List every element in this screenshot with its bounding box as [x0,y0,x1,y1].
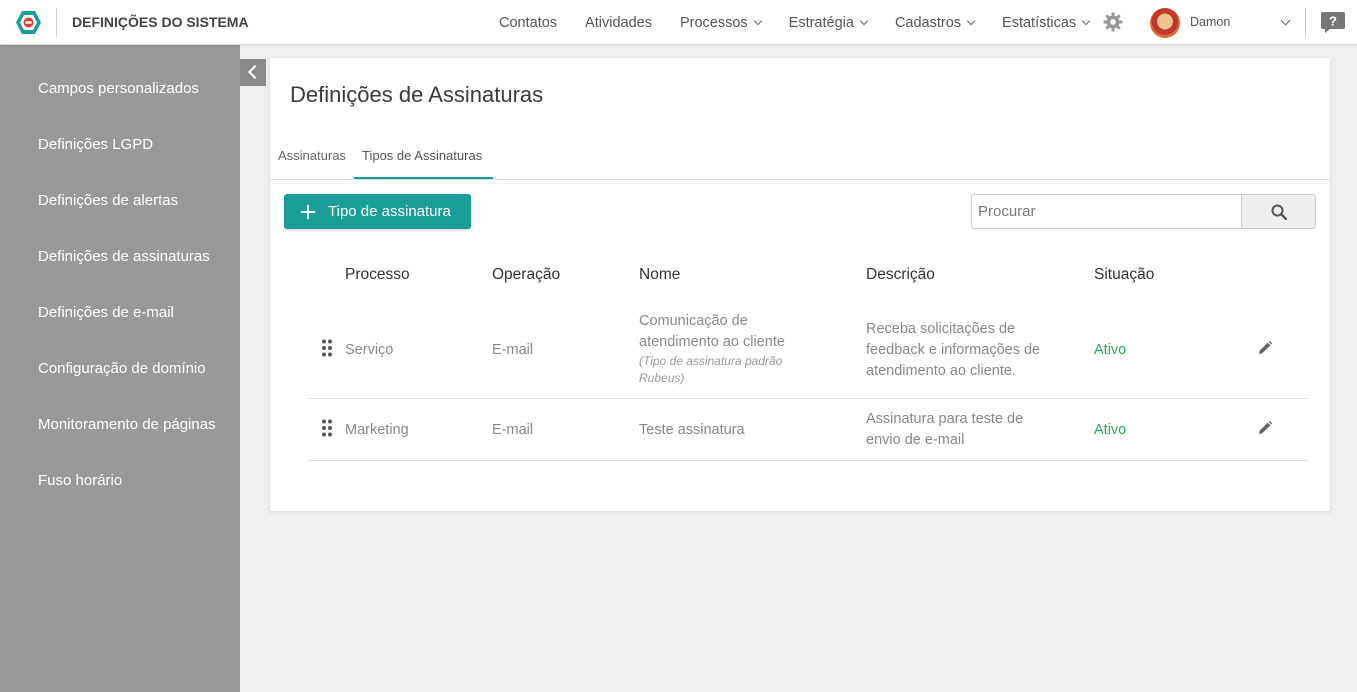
tab-assinaturas[interactable]: Assinaturas [278,148,346,163]
cell-nome-note: (Tipo de assinatura padrão Rubeus) [639,354,783,385]
chevron-down-icon[interactable] [1280,15,1291,26]
sidebar-collapse-button[interactable] [240,59,266,86]
chevron-left-icon [247,64,263,80]
page-title: Definições de Assinaturas [290,82,544,107]
top-bar: DEFINIÇÕES DO SISTEMA Contatos Atividade… [0,0,1357,45]
status-badge: Ativo [1094,342,1127,358]
search-button[interactable] [1241,194,1316,229]
main-card: Definições de Assinaturas Assinaturas Ti… [270,58,1330,511]
header-divider [56,8,57,37]
column-header-operacao: Operação [492,266,561,283]
edit-icon[interactable] [1257,420,1273,436]
column-header-processo: Processo [345,266,410,283]
user-name[interactable]: Damon [1190,15,1230,29]
nav-cadastros[interactable]: Cadastros [895,15,976,31]
cell-processo: Marketing [345,422,409,438]
edit-icon[interactable] [1257,340,1273,356]
cell-descricao: Receba solicitações de feedback e inform… [866,321,1041,379]
nav-estatisticas[interactable]: Estatísticas [1002,15,1091,31]
plus-icon [301,204,315,219]
cell-operacao: E-mail [492,342,534,358]
drag-handle-icon[interactable] [321,339,333,357]
cell-nome: Comunicação de atendimento ao cliente (T… [639,311,804,387]
column-header-descricao: Descrição [866,266,935,283]
svg-text:?: ? [1329,14,1337,29]
cell-nome: Teste assinatura [639,422,745,438]
search-input[interactable] [971,194,1243,229]
tab-tipos-assinaturas[interactable]: Tipos de Assinaturas [362,148,482,163]
gear-icon[interactable] [1103,12,1123,32]
sidebar-item-definicoes-alertas[interactable]: Definições de alertas [38,192,178,209]
add-button-label: Tipo de assinatura [328,203,451,220]
row-divider [309,398,1307,399]
status-badge: Ativo [1094,422,1127,438]
chevron-down-icon [859,16,869,25]
nav-contatos[interactable]: Contatos [499,15,557,31]
sidebar-item-monitoramento-paginas[interactable]: Monitoramento de páginas [38,416,216,433]
nav-atividades[interactable]: Atividades [585,15,652,31]
sidebar: Campos personalizados Definições LGPD De… [0,45,240,692]
avatar[interactable] [1150,8,1180,38]
cell-operacao: E-mail [492,422,534,438]
tab-bar: Assinaturas Tipos de Assinaturas [270,138,1330,180]
cell-nome-text: Comunicação de atendimento ao cliente [639,313,785,350]
nav-processos[interactable]: Processos [680,15,762,31]
row-divider [309,460,1307,461]
app-title: DEFINIÇÕES DO SISTEMA [72,14,249,30]
cell-processo: Serviço [345,342,394,358]
sidebar-item-definicoes-email[interactable]: Definições de e-mail [38,304,174,321]
sidebar-item-configuracao-dominio[interactable]: Configuração de domínio [38,360,206,377]
column-header-situacao: Situação [1094,266,1155,283]
main-nav: Contatos Atividades Processos Estratégia… [499,0,1117,45]
sidebar-item-definicoes-lgpd[interactable]: Definições LGPD [38,136,153,153]
sidebar-item-campos-personalizados[interactable]: Campos personalizados [38,80,199,97]
cell-descricao: Assinatura para teste de envio de e-mail [866,411,1024,448]
sidebar-item-definicoes-assinaturas[interactable]: Definições de assinaturas [38,248,210,265]
header-divider [1305,8,1306,37]
column-header-nome: Nome [639,266,681,283]
logo-icon[interactable] [15,10,42,35]
help-chat-icon[interactable]: ? [1320,11,1346,34]
add-signature-type-button[interactable]: Tipo de assinatura [284,194,471,229]
active-tab-indicator [354,177,493,179]
chevron-down-icon [753,16,762,25]
drag-handle-icon[interactable] [321,419,333,437]
chevron-down-icon [1081,16,1091,25]
nav-estrategia[interactable]: Estratégia [789,15,869,31]
chevron-down-icon [966,16,976,25]
sidebar-item-fuso-horario[interactable]: Fuso horário [38,472,122,489]
search-icon [1271,204,1287,220]
